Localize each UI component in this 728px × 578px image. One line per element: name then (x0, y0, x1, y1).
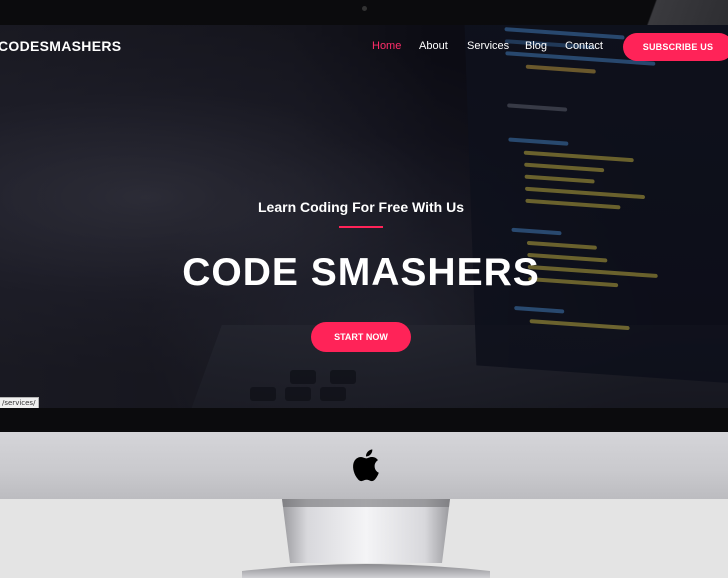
website-screen: CODESMASHERS Home About Services Blog Co… (0, 25, 728, 408)
nav-link-services[interactable]: Services (467, 40, 509, 52)
start-now-button[interactable]: START NOW (311, 322, 411, 352)
monitor-stand (242, 499, 490, 578)
nav-link-about[interactable]: About (419, 40, 448, 52)
site-header: CODESMASHERS Home About Services Blog Co… (0, 25, 728, 67)
nav-link-home[interactable]: Home (372, 40, 401, 52)
nav-link-blog[interactable]: Blog (525, 40, 547, 52)
status-bar-url: /services/ (0, 397, 40, 408)
hero-divider (339, 226, 383, 228)
hero-tagline: Learn Coding For Free With Us (258, 199, 464, 215)
nav-link-contact[interactable]: Contact (565, 40, 603, 52)
subscribe-button[interactable]: SUBSCRIBE US (623, 33, 728, 61)
site-logo[interactable]: CODESMASHERS (0, 38, 121, 54)
bezel-glare (600, 0, 728, 25)
camera-icon (362, 6, 367, 11)
hero-title: CODE SMASHERS (182, 251, 540, 294)
apple-logo-icon (353, 449, 379, 482)
